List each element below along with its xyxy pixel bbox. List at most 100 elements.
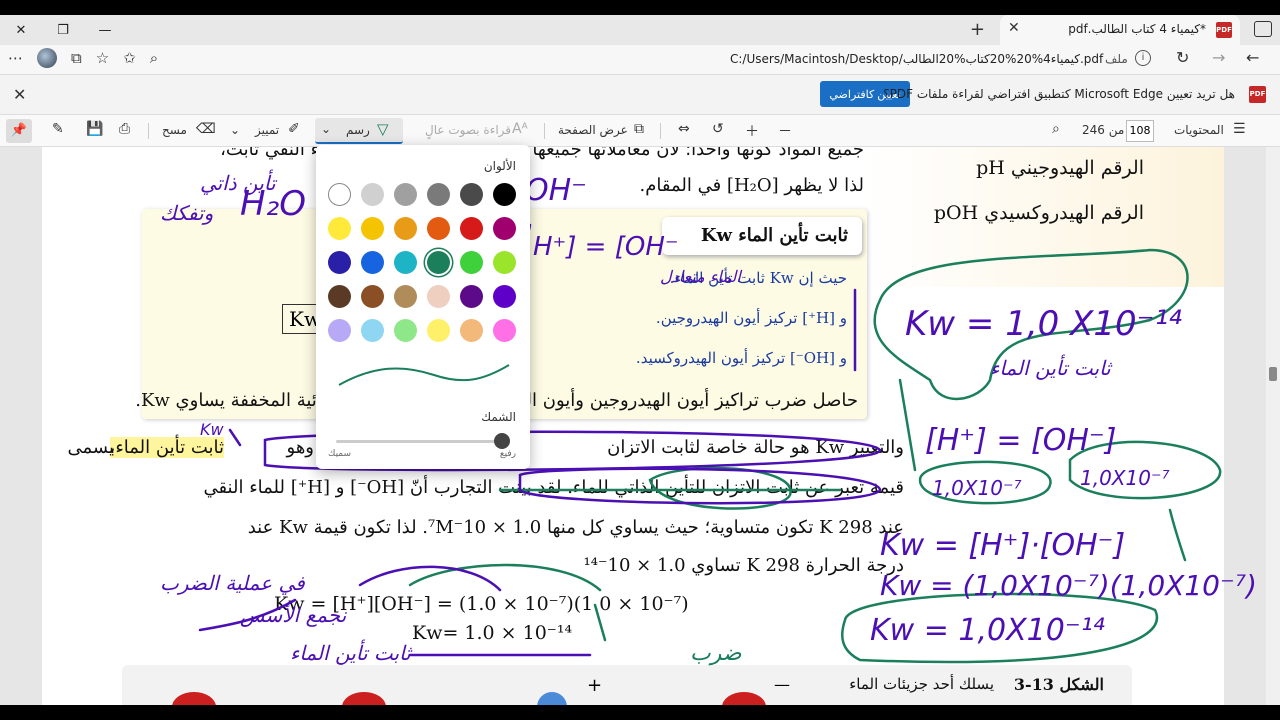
letterbox-top bbox=[0, 0, 1280, 15]
color-swatch[interactable] bbox=[361, 251, 384, 274]
color-swatch[interactable] bbox=[460, 251, 483, 274]
color-swatch[interactable] bbox=[394, 285, 417, 308]
profile-avatar[interactable] bbox=[37, 48, 57, 68]
scroll-thumb[interactable] bbox=[1269, 367, 1277, 381]
zoom-in-icon[interactable]: ＋ bbox=[745, 121, 759, 141]
pin-toolbar-icon[interactable]: 📌 bbox=[6, 119, 32, 143]
pdf-toolbar: 📌 ✎ 💾 ⎙ مسح ⌫ ⌄ تمييز ✐ ⌄ رسم ▽ قراءة بص… bbox=[0, 115, 1280, 147]
save-icon[interactable]: 💾 bbox=[86, 121, 103, 137]
browser-tab[interactable]: ✕ *كيمياء 4 كتاب الطالب.pdf PDF bbox=[1000, 15, 1240, 45]
browser-actions: ⋯ ⧉ ☆ ✩ ⌕ bbox=[8, 48, 158, 68]
title-bar: ✕ ❐ — + ✕ *كيمياء 4 كتاب الطالب.pdf PDF bbox=[0, 15, 1280, 45]
kw-title: ثابت تأين الماء Kw bbox=[700, 225, 848, 246]
tab-close-icon[interactable]: ✕ bbox=[1008, 20, 1020, 36]
color-swatch[interactable] bbox=[328, 319, 351, 342]
new-tab-button[interactable]: + bbox=[970, 19, 985, 40]
color-swatch[interactable] bbox=[328, 183, 351, 206]
forward-icon[interactable]: → bbox=[1212, 48, 1225, 67]
color-swatch[interactable] bbox=[493, 285, 516, 308]
read-aloud-button[interactable]: قراءة بصوت عالٍ bbox=[425, 123, 511, 137]
para1-a: والتعبير Kw هو حالة خاصة لثابت الاتزان bbox=[607, 437, 904, 458]
highlight-button[interactable]: تمييز bbox=[255, 123, 279, 137]
page-view-button[interactable]: عرض الصفحة bbox=[558, 123, 628, 137]
restore-window-button[interactable]: ❐ bbox=[42, 15, 84, 45]
erase-button[interactable]: مسح bbox=[162, 123, 187, 137]
color-swatch[interactable] bbox=[493, 183, 516, 206]
draw-button[interactable]: ⌄ رسم ▽ bbox=[315, 118, 403, 144]
color-swatch[interactable] bbox=[328, 285, 351, 308]
separator bbox=[544, 123, 545, 139]
page-number-input[interactable]: 108 bbox=[1126, 120, 1154, 142]
letterbox-bottom bbox=[0, 705, 1280, 720]
color-swatch[interactable] bbox=[361, 285, 384, 308]
color-swatch[interactable] bbox=[427, 251, 450, 274]
pdf-page: الرقم الهيدوجيني pH الرقم الهيدروكسيدي p… bbox=[42, 147, 1224, 705]
pdf-icon: PDF bbox=[1249, 86, 1266, 103]
fit-page-icon[interactable]: ⇔ bbox=[678, 121, 690, 137]
draw-color-popup: الألوان الشمك رفيع سميك bbox=[316, 145, 530, 469]
url-text[interactable]: C:/Users/Macintosh/Desktop/كيمياء4%20%20… bbox=[730, 52, 1103, 66]
color-swatch[interactable] bbox=[361, 217, 384, 240]
add-favorite-icon[interactable]: ✩ bbox=[123, 49, 136, 67]
collections-icon[interactable]: ⧉ bbox=[71, 49, 82, 67]
infobar-close-icon[interactable]: ✕ bbox=[13, 85, 26, 104]
color-swatch[interactable] bbox=[361, 183, 384, 206]
stroke-preview bbox=[338, 364, 510, 386]
eraser-icon[interactable]: ⌫ bbox=[196, 121, 216, 137]
contents-list-icon[interactable]: ☰ bbox=[1233, 121, 1246, 137]
url-scheme-label: ملف bbox=[1105, 52, 1128, 66]
color-swatch[interactable] bbox=[394, 183, 417, 206]
zoom-out-icon[interactable]: － bbox=[778, 121, 792, 141]
thickness-label: الشمك bbox=[481, 410, 516, 424]
info-icon[interactable]: i bbox=[1135, 50, 1151, 66]
color-swatch[interactable] bbox=[460, 217, 483, 240]
print-icon[interactable]: ⎙ bbox=[119, 121, 130, 137]
para1-b: يسمى bbox=[67, 437, 114, 458]
draw-dropdown-chevron[interactable]: ⌄ bbox=[321, 122, 331, 136]
term-poh: الرقم الهيدروكسيدي pOH bbox=[933, 202, 1144, 224]
tab-actions-icon[interactable] bbox=[1254, 21, 1272, 37]
back-icon[interactable]: ← bbox=[1246, 48, 1259, 67]
rotate-icon[interactable]: ↺ bbox=[712, 121, 724, 137]
color-swatch[interactable] bbox=[394, 251, 417, 274]
favorites-icon[interactable]: ☆ bbox=[96, 49, 109, 67]
color-swatch[interactable] bbox=[427, 285, 450, 308]
color-swatch[interactable] bbox=[394, 217, 417, 240]
contents-button[interactable]: المحتويات bbox=[1174, 123, 1224, 137]
page-view-icon[interactable]: ⧉ bbox=[634, 121, 644, 137]
close-window-button[interactable]: ✕ bbox=[0, 15, 42, 45]
refresh-icon[interactable]: ↻ bbox=[1176, 48, 1189, 67]
tab-title: *كيمياء 4 كتاب الطالب.pdf bbox=[1068, 22, 1206, 36]
color-swatch[interactable] bbox=[460, 285, 483, 308]
equation-1: Kw = [H⁺][OH⁻] = (1.0 × 10⁻⁷)(1.0 × 10⁻⁷… bbox=[274, 593, 689, 615]
notes-icon[interactable]: ✎ bbox=[52, 121, 64, 137]
color-swatch[interactable] bbox=[493, 217, 516, 240]
color-swatch[interactable] bbox=[493, 319, 516, 342]
read-aloud-icon[interactable]: Aᴬ bbox=[512, 121, 528, 137]
vertical-scrollbar[interactable] bbox=[1266, 147, 1280, 705]
color-swatch[interactable] bbox=[493, 251, 516, 274]
term-ph: الرقم الهيدوجيني pH bbox=[976, 157, 1144, 179]
highlight-dropdown-chevron[interactable]: ⌄ bbox=[230, 123, 240, 137]
color-swatch[interactable] bbox=[427, 217, 450, 240]
para1-line4: درجة الحرارة 298 K تساوي 1.0 × 10⁻¹⁴ bbox=[583, 555, 904, 576]
para1-line3: عند 298 K تكون متساوية؛ حيث يساوي كل منه… bbox=[247, 517, 904, 538]
color-swatch[interactable] bbox=[361, 319, 384, 342]
highlighter-icon[interactable]: ✐ bbox=[288, 121, 300, 137]
color-swatch[interactable] bbox=[427, 319, 450, 342]
color-swatch[interactable] bbox=[394, 319, 417, 342]
color-swatch[interactable] bbox=[328, 217, 351, 240]
thickness-slider-thumb[interactable] bbox=[494, 433, 510, 449]
color-swatch[interactable] bbox=[328, 251, 351, 274]
color-swatch[interactable] bbox=[427, 183, 450, 206]
color-swatch[interactable] bbox=[460, 183, 483, 206]
search-icon[interactable]: ⌕ bbox=[1052, 121, 1060, 137]
para1-c: وهو bbox=[286, 437, 314, 458]
minimize-window-button[interactable]: — bbox=[84, 15, 126, 45]
kw-where-1: حيث إن Kw ثابت تأين الماء. bbox=[669, 269, 847, 287]
more-options-icon[interactable]: ⋯ bbox=[8, 49, 23, 67]
color-swatch[interactable] bbox=[460, 319, 483, 342]
zoom-icon[interactable]: ⌕ bbox=[150, 49, 158, 67]
thickness-slider-track[interactable] bbox=[336, 440, 510, 443]
address-bar: ⋯ ⧉ ☆ ✩ ⌕ C:/Users/Macintosh/Desktop/كيم… bbox=[0, 45, 1280, 75]
